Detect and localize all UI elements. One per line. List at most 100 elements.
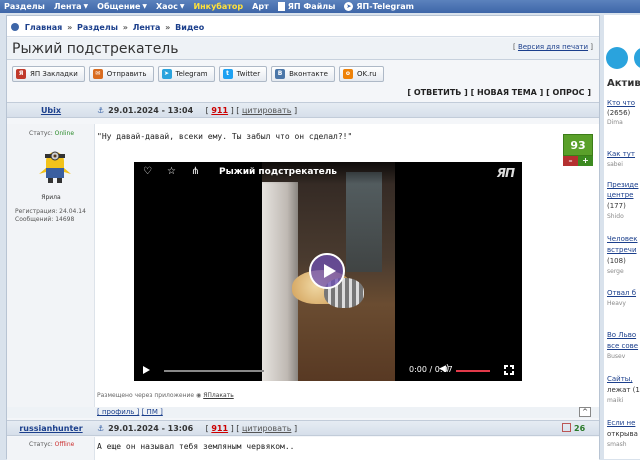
home-icon (11, 23, 19, 31)
volume-slider[interactable] (456, 370, 490, 372)
report-icon[interactable] (562, 423, 571, 432)
progress-track[interactable] (164, 370, 264, 372)
post-rating: 26 (562, 423, 585, 433)
telegram-icon[interactable] (634, 47, 640, 69)
post-author[interactable]: russianhunter (7, 424, 95, 433)
telegram-icon: ➤ (344, 2, 354, 11)
video-title: Рыжий подстрекатель (219, 167, 337, 177)
bookmark-button[interactable]: Я ЯП Закладки (12, 66, 85, 82)
topic-actions[interactable]: [ ОТВЕТИТЬ ] [ НОВАЯ ТЕМА ] [ ОПРОС ] (407, 88, 591, 97)
nav-art[interactable]: Арт (252, 2, 269, 11)
profile-link[interactable]: [ профиль ] (97, 408, 139, 416)
share-telegram-button[interactable]: ➤ Telegram (157, 66, 215, 82)
nav-feed[interactable]: Лента ▼ (54, 2, 88, 11)
nav-telegram[interactable]: ➤ ЯП-Telegram (344, 2, 414, 11)
nav-incubator[interactable]: Инкубатор (193, 2, 243, 11)
yap-bookmark-icon: Я (16, 69, 26, 79)
anchor-icon[interactable]: ⚓ (97, 106, 104, 115)
post-header: russianhunter ⚓ 29.01.2024 - 13:06 [ 911 … (7, 420, 599, 436)
breadcrumb: Главная » Разделы » Лента » Видео (7, 16, 599, 37)
active-topic-link[interactable]: Президе (607, 181, 638, 189)
play-icon[interactable] (143, 366, 150, 374)
breadcrumb-feed[interactable]: Лента (133, 23, 161, 32)
breadcrumb-video[interactable]: Видео (175, 23, 204, 32)
share-twitter-button[interactable]: t Twitter (218, 66, 268, 82)
active-topic-link[interactable]: Человек (607, 235, 638, 243)
play-button[interactable] (309, 253, 345, 289)
active-topic-user[interactable]: Busev (607, 353, 625, 360)
post-number[interactable]: 911 (211, 424, 228, 433)
print-version-label[interactable]: Версия для печати (518, 43, 588, 51)
share-icon[interactable]: ⋔ (191, 166, 199, 177)
video-player[interactable]: ♡ ☆ ⋔ Рыжий подстрекатель ЯП 0:00 / 0:07… (134, 162, 522, 381)
post-date: 29.01.2024 - 13:06 (108, 424, 194, 433)
nav-sections[interactable]: Разделы (4, 2, 45, 11)
post-text: А еще он называл тебя земляным червяком.… (97, 442, 295, 451)
post-body: Статус: Online Ярила Регистрация: 24.04.… (7, 124, 599, 407)
active-topic-link[interactable]: Сайты, (607, 375, 633, 383)
active-topic-user[interactable]: Heavy (607, 300, 626, 307)
active-topic-link[interactable]: центре (607, 191, 633, 199)
pm-link[interactable]: [ ПМ ] (142, 408, 163, 416)
rate-plus-button[interactable]: + (578, 156, 593, 166)
active-topic-user[interactable]: Dima (607, 119, 623, 126)
active-topic-user[interactable]: smash (607, 441, 627, 448)
video-top-bar: ♡ ☆ ⋔ Рыжий подстрекатель ЯП (134, 162, 522, 184)
nav-chaos[interactable]: Хаос ▼ (156, 2, 184, 11)
active-topic-user[interactable]: maiki (607, 397, 623, 404)
chevron-down-icon: ▼ (179, 3, 185, 10)
scroll-up-icon[interactable]: ^ (579, 407, 591, 417)
print-version-link[interactable]: [ Версия для печати ] (513, 43, 593, 51)
fullscreen-icon[interactable] (503, 364, 515, 376)
telegram-icon[interactable] (606, 47, 628, 69)
active-topic-count: (108) (607, 257, 626, 265)
chevron-down-icon: ▼ (142, 3, 147, 10)
active-topic-link[interactable]: Как тут (607, 150, 635, 158)
active-topic-link[interactable]: встречи (607, 246, 637, 254)
active-topic-link[interactable]: Во Льво (607, 331, 636, 339)
right-sidebar: Активн Кто что (2656) Dima Как тут sabei… (604, 15, 640, 459)
active-topic-link[interactable]: все сове (607, 342, 638, 350)
breadcrumb-sections[interactable]: Разделы (77, 23, 118, 32)
active-topic-user[interactable]: serge (607, 268, 624, 275)
rate-minus-button[interactable]: – (563, 156, 578, 166)
volume-icon[interactable]: ◀) (439, 364, 449, 374)
star-icon[interactable]: ☆ (167, 166, 176, 177)
video-controls: 0:00 / 0:07 ◀) (134, 361, 522, 381)
post-author[interactable]: Ubix (7, 106, 95, 115)
top-navigation: Разделы Лента ▼ Общение ▼ Хаос ▼ Инкубатор … (0, 0, 640, 13)
message-count: Сообщений: 14698 (15, 216, 75, 223)
registration-date: Регистрация: 24.04.14 (15, 208, 86, 215)
nav-communication[interactable]: Общение ▼ (97, 2, 147, 11)
quote-link[interactable]: цитировать (242, 424, 291, 433)
post-meta: ⚓ 29.01.2024 - 13:06 [ 911 ] [ цитировать… (97, 424, 298, 433)
post-meta: ⚓ 29.01.2024 - 13:04 [ 911 ] [ цитировать… (97, 106, 298, 115)
nav-files[interactable]: ЯП Файлы (277, 2, 335, 11)
active-topic-count: открыва (607, 430, 638, 438)
avatar (39, 151, 71, 183)
send-button[interactable]: ✉ Отправить (88, 66, 154, 82)
active-topic-link[interactable]: Кто что (607, 99, 635, 107)
active-topic-link[interactable]: Отвал б (607, 289, 636, 297)
active-topic-user[interactable]: Shido (607, 213, 624, 220)
rating-value: 93 (563, 134, 593, 156)
heart-icon[interactable]: ♡ (143, 166, 152, 177)
author-status: Статус: Online (29, 130, 75, 137)
post-header: Ubix ⚓ 29.01.2024 - 13:04 [ 911 ] [ цитир… (7, 102, 599, 118)
app-link[interactable]: ЯПлакать (203, 392, 234, 399)
share-ok-button[interactable]: o OK.ru (338, 66, 384, 82)
yap-logo: ЯП (496, 166, 515, 180)
active-topic-user[interactable]: sabei (607, 161, 623, 168)
active-topics-heading: Активн (607, 78, 640, 89)
author-status: Статус: Offline (29, 441, 75, 448)
share-vk-button[interactable]: B Вконтакте (271, 66, 335, 82)
breadcrumb-home[interactable]: Главная (25, 23, 62, 32)
active-topic-link[interactable]: Если не (607, 419, 635, 427)
anchor-icon[interactable]: ⚓ (97, 424, 104, 433)
post-rating: 93 – + (563, 134, 593, 166)
quote-link[interactable]: цитировать (242, 106, 291, 115)
vk-icon: B (275, 69, 286, 79)
page-title: Рыжий подстрекатель (12, 41, 179, 57)
active-topic-count: (177) (607, 202, 626, 210)
post-number[interactable]: 911 (211, 106, 228, 115)
